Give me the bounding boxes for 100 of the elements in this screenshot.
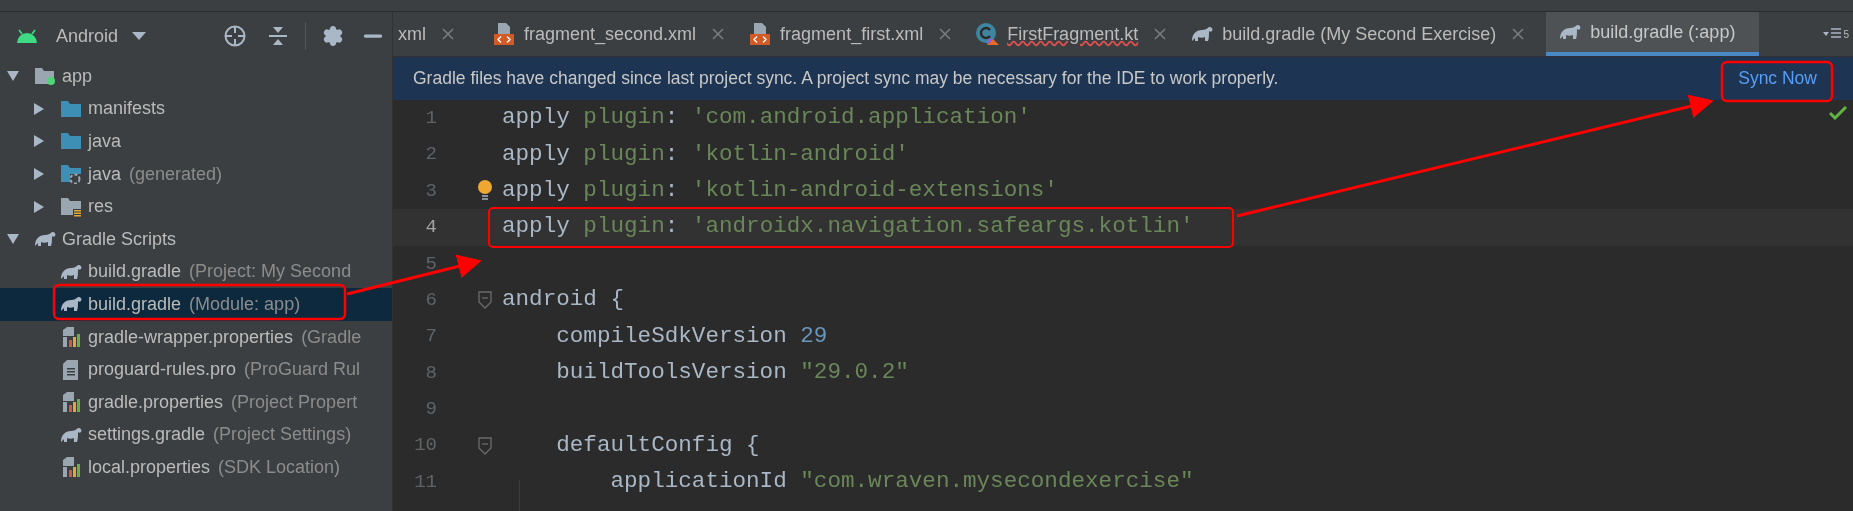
collapse-all-icon[interactable] <box>267 25 289 47</box>
code-line: apply plugin: 'kotlin-android-extensions' <box>502 176 1058 206</box>
tree-item[interactable]: build.gradle (Project: My Second <box>0 255 392 289</box>
tree-item[interactable]: gradle.properties (Project Propert <box>0 385 392 419</box>
tree-item-hint: (Module: app) <box>189 292 301 316</box>
tree-item-label: gradle-wrapper.properties <box>88 325 294 349</box>
tree-item-label: proguard-rules.pro <box>88 358 237 382</box>
line-number: 5 <box>424 251 437 277</box>
line-number: 2 <box>424 142 437 168</box>
properties-file-icon <box>61 391 81 414</box>
tree-item[interactable]: manifests <box>0 92 392 126</box>
gradle-elephant-icon <box>59 262 83 281</box>
tree-item-hint: (Gradle <box>301 325 362 349</box>
fold-marker-icon[interactable] <box>477 436 492 455</box>
lightbulb-icon[interactable] <box>476 178 493 203</box>
line-number: 4 <box>424 215 437 241</box>
close-tab-icon[interactable] <box>939 28 952 40</box>
tree-item-hint: (Project Propert <box>231 390 358 414</box>
tree-item-label: Gradle Scripts <box>62 227 177 251</box>
line-number: 11 <box>413 469 437 495</box>
tree-item[interactable]: java (generated) <box>0 157 392 191</box>
resource-folder-icon <box>60 196 82 217</box>
tree-item-hint: (SDK Location) <box>218 455 341 479</box>
tab-label: build.gradle (My Second Exercise) <box>1222 22 1497 46</box>
line-number: 8 <box>424 360 437 386</box>
collapsed-arrow-icon[interactable] <box>32 134 46 149</box>
line-number: 6 <box>424 287 437 313</box>
hidden-tab-count: 5 <box>1843 28 1849 42</box>
sync-now-link[interactable]: Sync Now <box>1738 65 1817 92</box>
tree-item[interactable]: build.gradle (Module: app) <box>0 288 392 321</box>
tree-item[interactable]: gradle-wrapper.properties (Gradle <box>0 320 392 354</box>
tree-item-label: java <box>88 130 122 153</box>
tab-label: xml <box>398 22 426 46</box>
tab-label: build.gradle (:app) <box>1590 20 1736 44</box>
folder-icon <box>60 132 82 151</box>
gradle-elephant-icon <box>33 230 57 249</box>
settings-icon[interactable] <box>322 25 344 47</box>
line-number: 7 <box>424 324 437 350</box>
text-file-icon <box>62 358 80 381</box>
collapsed-arrow-icon[interactable] <box>32 101 46 116</box>
tree-item-hint: (generated) <box>129 162 223 186</box>
properties-file-icon <box>61 326 81 349</box>
tree-item[interactable]: settings.gradle (Project Settings) <box>0 418 392 452</box>
editor-tab[interactable]: xml <box>393 12 480 56</box>
line-number: 10 <box>413 433 437 459</box>
editor-tab[interactable]: fragment_second.xml <box>480 12 737 56</box>
code-line: apply plugin: 'com.android.application' <box>502 103 1031 133</box>
tree-item[interactable]: local.properties (SDK Location) <box>0 451 392 484</box>
gradle-elephant-icon <box>1190 25 1215 43</box>
close-tab-icon[interactable] <box>1512 28 1525 40</box>
xml-file-icon <box>492 22 516 46</box>
tab-label: fragment_first.xml <box>780 22 924 47</box>
tab-list-icon[interactable] <box>1823 27 1842 41</box>
tree-item-hint: (Project Settings) <box>213 423 352 447</box>
code-line: compileSdkVersion 29 <box>555 321 828 351</box>
close-tab-icon[interactable] <box>1154 28 1167 40</box>
tree-item-label: build.gradle <box>88 292 182 316</box>
close-tab-icon[interactable] <box>442 28 454 40</box>
close-tab-icon[interactable] <box>712 28 725 40</box>
dropdown-caret-icon[interactable] <box>132 31 147 41</box>
xml-file-icon <box>748 22 773 46</box>
tree-item[interactable]: proguard-rules.pro (ProGuard Rul <box>0 353 392 386</box>
gradle-elephant-icon <box>1558 23 1583 41</box>
generated-folder-icon <box>60 164 82 185</box>
code-line: apply plugin: 'androidx.navigation.safeargs.kotlin' <box>502 212 1194 242</box>
check-mark-icon <box>1829 106 1847 120</box>
fold-marker-icon[interactable] <box>477 291 492 310</box>
tree-item[interactable]: Gradle Scripts <box>0 222 392 256</box>
tab-label: fragment_second.xml <box>524 22 697 47</box>
tree-item-label: build.gradle <box>88 260 182 284</box>
tree-item-label: local.properties <box>88 455 211 479</box>
gradle-elephant-icon <box>59 425 83 444</box>
line-number: 1 <box>424 105 437 131</box>
tree-item[interactable]: java <box>0 125 392 158</box>
collapsed-arrow-icon[interactable] <box>32 167 46 182</box>
editor-tab[interactable]: fragment_first.xml <box>736 12 964 56</box>
tree-item-label: app <box>62 64 93 88</box>
tree-item-label: gradle.properties <box>88 390 224 414</box>
tree-item-label: java <box>88 162 122 186</box>
tree-item[interactable]: res <box>0 190 392 223</box>
line-number: 9 <box>424 397 437 423</box>
gradle-elephant-icon <box>59 295 83 314</box>
tree-item-label: manifests <box>88 97 166 121</box>
tree-item-label: res <box>88 195 113 219</box>
locate-target-icon[interactable] <box>223 24 247 48</box>
code-line: android { <box>502 285 625 315</box>
tab-label: FirstFragment.kt <box>1007 22 1139 46</box>
code-line: buildToolsVersion "29.0.2" <box>555 358 909 387</box>
editor-tab[interactable]: build.gradle (My Second Exercise) <box>1178 12 1537 56</box>
tree-item[interactable]: app <box>0 60 392 93</box>
collapsed-arrow-icon[interactable] <box>32 199 46 214</box>
tree-item-hint: (ProGuard Rul <box>244 358 361 382</box>
code-line: applicationId "com.wraven.mysecondexercise" <box>609 467 1194 497</box>
view-selector[interactable]: Android <box>56 22 119 50</box>
properties-file-icon <box>61 456 81 479</box>
line-number: 3 <box>424 178 437 204</box>
editor-tab[interactable]: build.gradle (:app) <box>1546 12 1760 56</box>
editor-tab[interactable]: FirstFragment.kt <box>963 12 1179 56</box>
tree-item-hint: (Project: My Second <box>189 260 352 284</box>
kotlin-class-icon <box>975 22 1000 46</box>
